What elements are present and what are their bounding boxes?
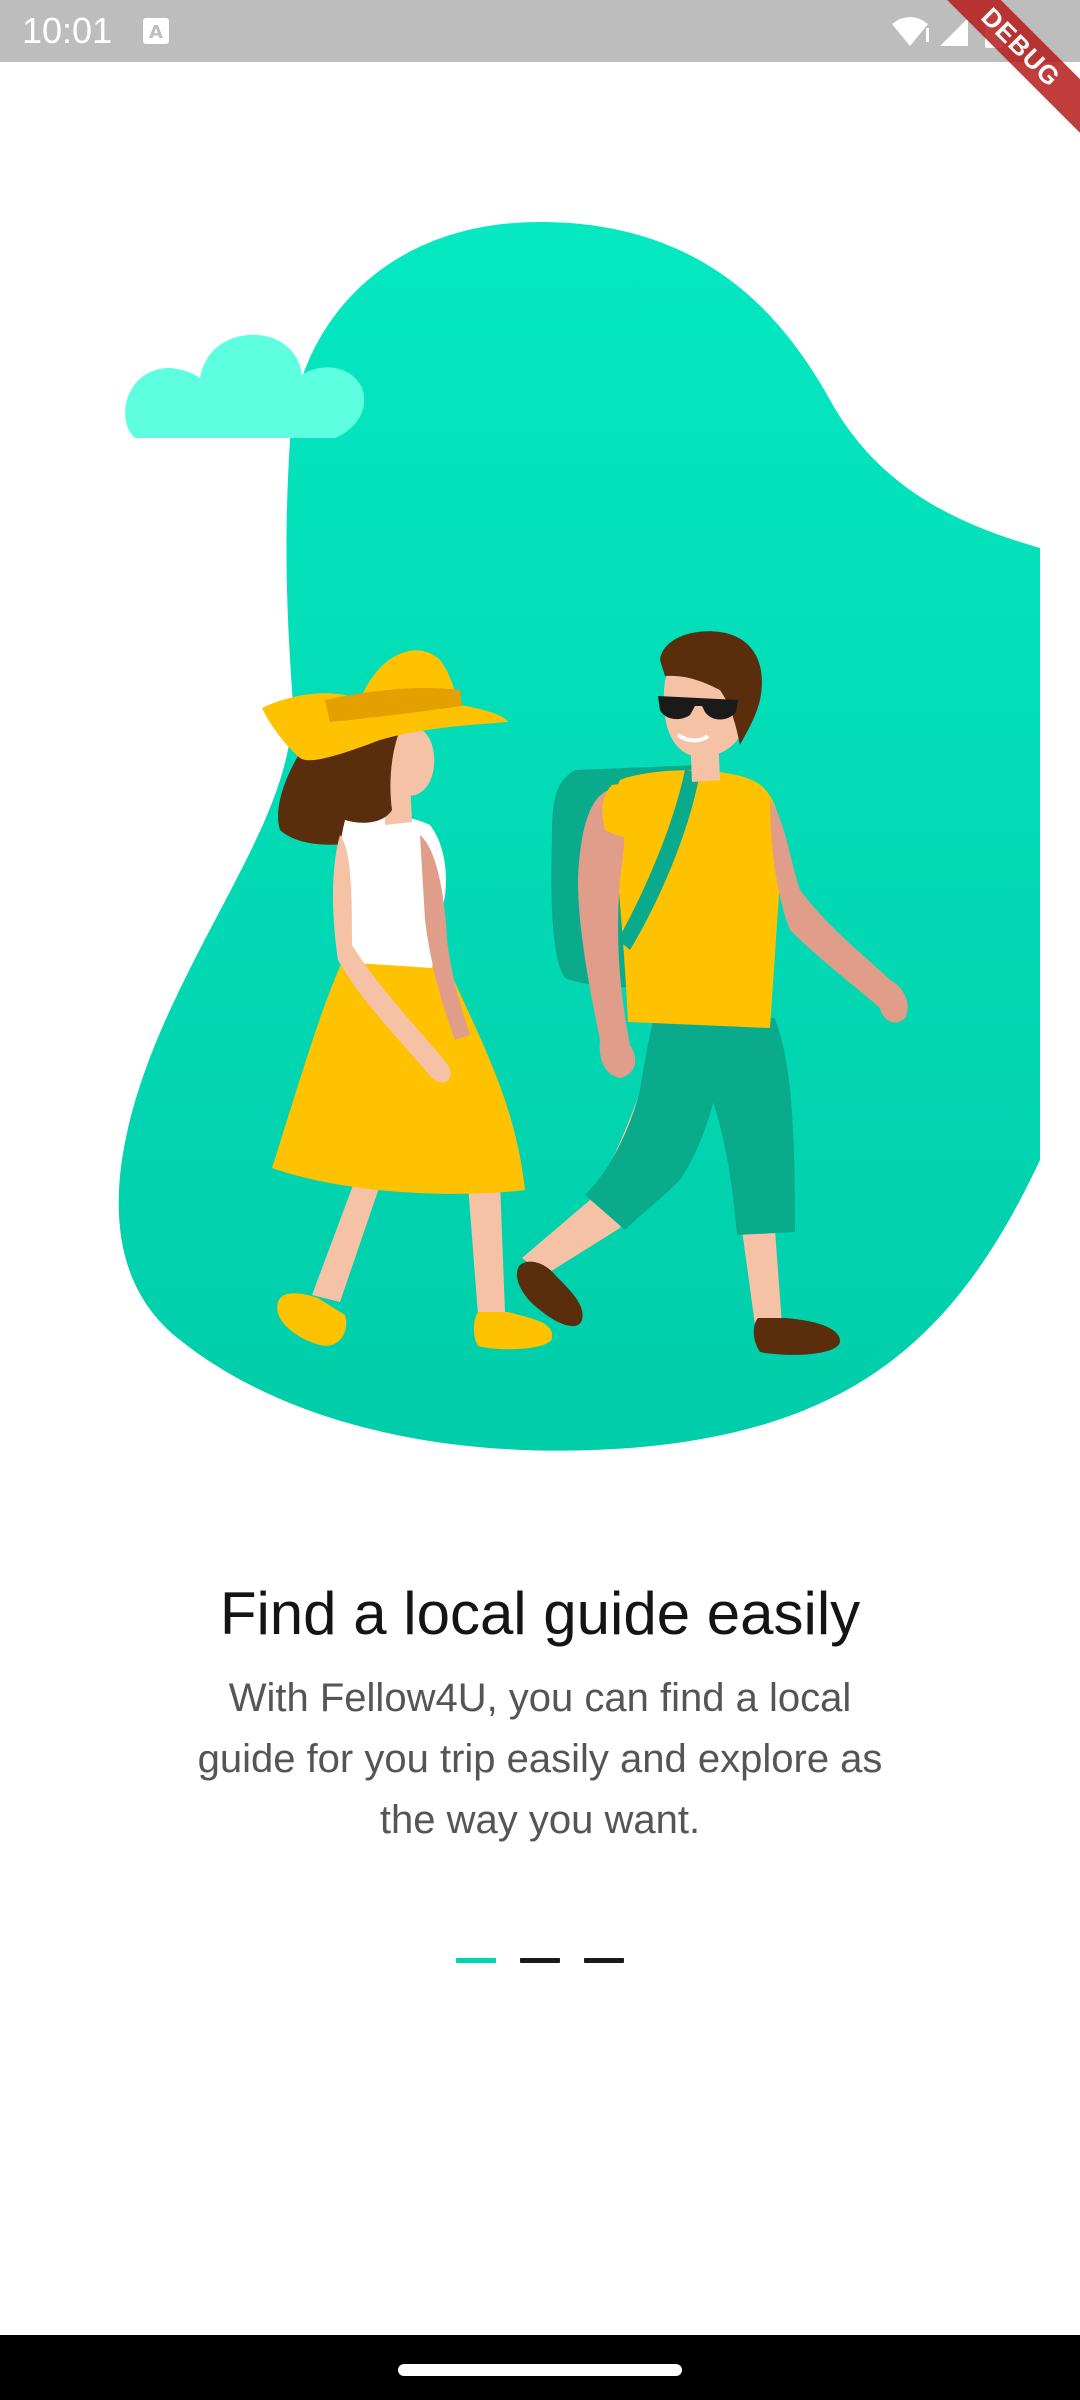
onboarding-screen: 10:01 A DEBUG Find a local guide easily … — [0, 0, 1080, 2400]
status-time: 10:01 — [22, 10, 113, 51]
page-indicator-dot-2[interactable] — [520, 1958, 560, 1963]
system-navigation-bar — [0, 2335, 1080, 2400]
home-gesture-handle[interactable] — [398, 2364, 682, 2376]
status-bar: 10:01 A DEBUG — [0, 0, 1080, 142]
onboarding-description: With Fellow4U, you can find a local guid… — [197, 1676, 883, 1842]
a-keyboard-icon: A — [142, 17, 170, 45]
travelers-illustration — [118, 222, 1041, 1451]
page-indicator-dot-3[interactable] — [584, 1958, 624, 1963]
onboarding-title: Find a local guide easily — [219, 1580, 861, 1647]
page-indicator-dot-1[interactable] — [456, 1958, 496, 1963]
svg-text:A: A — [149, 22, 163, 43]
page-indicator — [0, 1958, 1080, 1963]
